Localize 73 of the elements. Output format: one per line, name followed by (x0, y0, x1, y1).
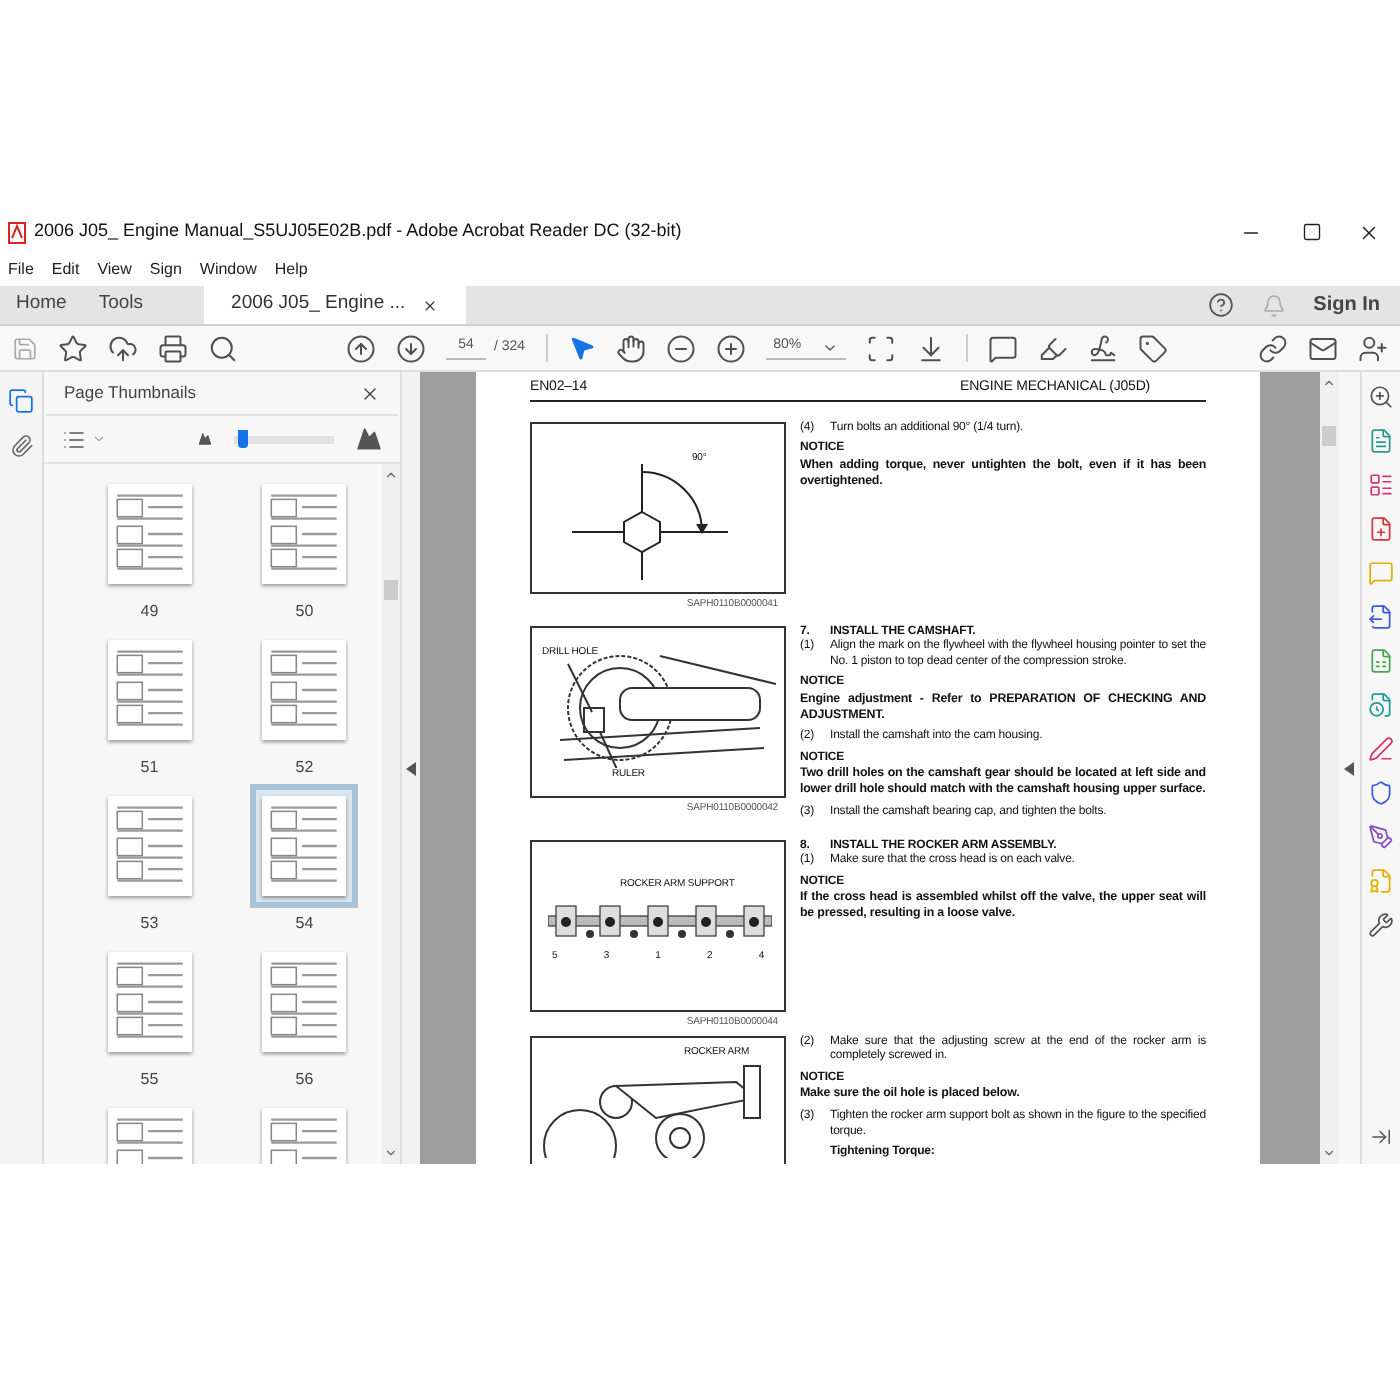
upload-icon[interactable] (108, 333, 138, 363)
menu-item[interactable]: Sign (149, 258, 182, 282)
pointer-icon[interactable] (567, 334, 596, 362)
fit-page-icon[interactable] (865, 333, 896, 363)
next-page-icon[interactable] (396, 333, 426, 363)
page-number: 50 (295, 604, 314, 620)
page-number: 53 (140, 916, 159, 932)
wrench-icon[interactable] (1368, 912, 1394, 938)
spreadsheet-icon[interactable] (1368, 648, 1394, 674)
menu-item[interactable]: View (97, 258, 132, 282)
large-thumbnails-icon[interactable] (356, 426, 382, 452)
page-number: 49 (140, 604, 159, 620)
close-icon[interactable] (1358, 221, 1380, 243)
page-number: 51 (140, 760, 159, 776)
window-title: 2006 J05_ Engine Manual_S5UJ05E02B.pdf - Adobe Acrobat Reader DC (32-bit) (34, 218, 682, 245)
menu-item[interactable]: Help (274, 258, 308, 282)
page-number: 56 (295, 1072, 314, 1088)
page-number: 55 (140, 1072, 159, 1088)
add-user-icon[interactable] (1358, 333, 1388, 363)
star-icon[interactable] (58, 333, 88, 363)
scrollbar-thumb[interactable] (1322, 426, 1336, 446)
pdf-app-icon (8, 221, 26, 243)
link-icon[interactable] (1258, 333, 1288, 363)
print-icon[interactable] (158, 333, 188, 363)
menu-item[interactable]: File (8, 258, 34, 282)
search-icon[interactable] (208, 333, 238, 363)
menu-item[interactable]: Edit (51, 258, 80, 282)
scrollbar[interactable] (1320, 372, 1338, 1164)
maximize-icon[interactable] (1302, 222, 1322, 242)
close-tab-icon[interactable] (421, 297, 438, 313)
scrollbar[interactable] (382, 464, 400, 1164)
slider-thumb[interactable] (238, 429, 249, 447)
mail-icon[interactable] (1308, 333, 1338, 363)
expand-panel-icon[interactable] (1370, 1126, 1392, 1148)
close-icon[interactable] (360, 383, 380, 403)
panel-title: Page Thumbnails (64, 380, 196, 406)
comment-icon[interactable] (987, 333, 1018, 363)
help-icon[interactable] (1207, 292, 1234, 318)
small-thumbnails-icon[interactable] (198, 432, 212, 446)
previous-page-icon[interactable] (346, 333, 376, 363)
scroll-up-icon[interactable] (1322, 376, 1336, 390)
tab[interactable]: Tools (82, 286, 160, 324)
zoom-icon[interactable] (1368, 384, 1394, 410)
page-number: 54 (295, 916, 314, 932)
file-export-icon[interactable] (1368, 604, 1394, 630)
page-number: 52 (295, 760, 314, 776)
hand-icon[interactable] (615, 333, 646, 363)
file-plus-icon[interactable] (1368, 516, 1394, 542)
menu-item[interactable]: Window (199, 258, 257, 282)
scroll-down-icon[interactable] (1322, 1146, 1336, 1160)
zoom-in-icon[interactable] (715, 333, 746, 363)
caret-icon[interactable] (92, 432, 106, 446)
pages-icon[interactable] (8, 388, 34, 414)
scroll-up-icon[interactable] (384, 468, 398, 482)
pen-tool-icon[interactable] (1368, 824, 1394, 850)
attachment-icon[interactable] (9, 434, 33, 458)
tab[interactable]: 2006 J05_ Engine ... (203, 286, 466, 324)
zoom-out-icon[interactable] (665, 333, 696, 363)
pen-icon[interactable] (1368, 736, 1394, 762)
tag-icon[interactable] (1137, 333, 1168, 363)
shield-icon[interactable] (1368, 780, 1394, 806)
file-clock-icon[interactable] (1368, 692, 1394, 718)
sign-in-button[interactable]: Sign In (1313, 290, 1380, 320)
page-thumbnail[interactable] (250, 784, 359, 908)
scroll-mode-icon[interactable] (915, 333, 946, 363)
tab[interactable]: Home (0, 286, 83, 324)
scroll-down-icon[interactable] (384, 1146, 398, 1160)
signature-icon[interactable] (1087, 333, 1118, 363)
highlight-icon[interactable] (1037, 333, 1068, 363)
layout-icon[interactable] (1368, 472, 1394, 498)
collapse-tools-icon[interactable] (1344, 761, 1354, 775)
collapse-panel-icon[interactable] (406, 761, 416, 775)
scrollbar-thumb[interactable] (384, 580, 398, 600)
